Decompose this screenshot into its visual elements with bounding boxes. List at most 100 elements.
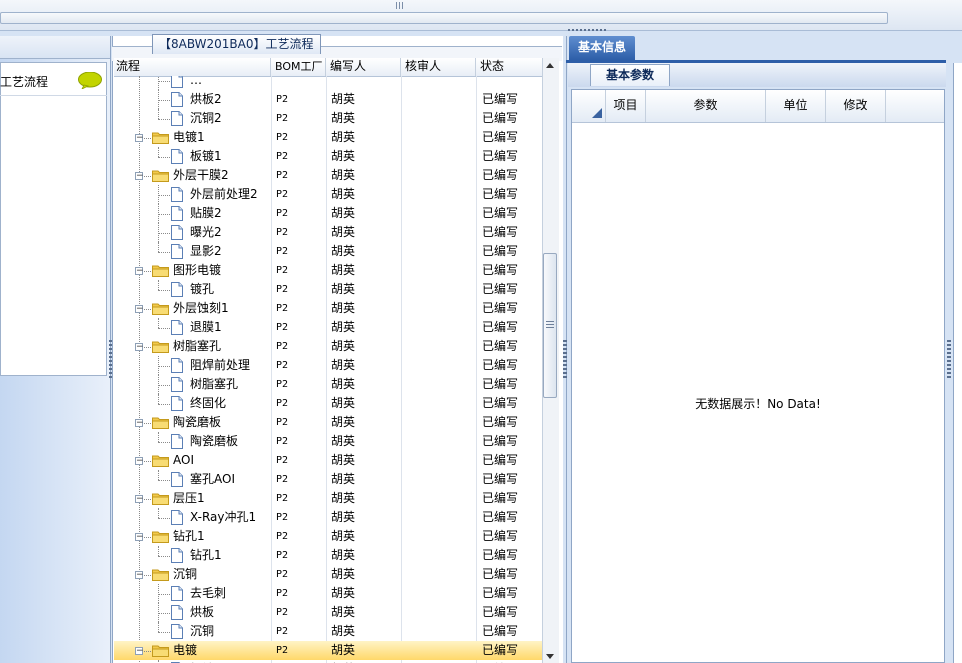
tree-folder-row[interactable]: − 钻孔1 P2 胡英 已编写 <box>114 527 542 546</box>
tree-leaf-row[interactable]: 阻焊前处理 P2 胡英 已编写 <box>114 356 542 375</box>
tree-leaf-row[interactable]: 烘板2 P2 胡英 已编写 <box>114 90 542 109</box>
scroll-up-icon[interactable] <box>546 63 554 68</box>
tree-leaf-row[interactable]: X-Ray冲孔1 P2 胡英 已编写 <box>114 508 542 527</box>
collapsed-side-panel[interactable] <box>953 63 962 663</box>
reviewer-cell <box>406 318 474 337</box>
collapse-toggle-icon[interactable]: − <box>135 495 144 504</box>
tab-basic-info[interactable]: 基本信息 <box>569 36 635 60</box>
middle-splitter-grip[interactable] <box>563 340 567 380</box>
horizontal-scrollbar[interactable] <box>0 12 888 24</box>
tree-leaf-row[interactable]: 贴膜2 P2 胡英 已编写 <box>114 204 542 223</box>
tree-folder-row[interactable]: − AOI P2 胡英 已编写 <box>114 451 542 470</box>
document-icon <box>171 548 183 563</box>
collapse-toggle-icon[interactable]: − <box>135 305 144 314</box>
tree-leaf-row[interactable]: 外层前处理2 P2 胡英 已编写 <box>114 185 542 204</box>
right-splitter-grip[interactable] <box>947 340 951 380</box>
tree-leaf-row[interactable]: 沉铜2 P2 胡英 已编写 <box>114 109 542 128</box>
bom-cell: P2 <box>276 626 289 637</box>
tree-folder-row[interactable]: − 电镀 P2 胡英 已编写 <box>114 641 542 660</box>
collapse-toggle-icon[interactable]: − <box>135 172 144 181</box>
tree-leaf-row[interactable]: 镀孔 P2 胡英 已编写 <box>114 280 542 299</box>
tree-connector <box>158 318 159 328</box>
column-header-reviewer[interactable]: 核审人 <box>401 58 476 76</box>
tree-leaf-row[interactable]: 沉铜 P2 胡英 已编写 <box>114 622 542 641</box>
tree-folder-row[interactable]: − 外层干膜2 P2 胡英 已编写 <box>114 166 542 185</box>
bom-cell: P2 <box>276 360 289 371</box>
bom-cell: P2 <box>276 265 289 276</box>
tree-leaf-row[interactable]: 塞孔AOI P2 胡英 已编写 <box>114 470 542 489</box>
splitter-handle[interactable] <box>566 29 616 35</box>
tree-leaf-row[interactable]: 烘板 P2 胡英 已编写 <box>114 603 542 622</box>
column-header-parameter[interactable]: 参数 <box>646 90 766 122</box>
writer-cell: 胡英 <box>331 510 356 524</box>
status-cell: 已编写 <box>482 643 519 657</box>
tree-connector <box>158 290 170 291</box>
scroll-grip-icon <box>546 321 554 329</box>
tree-leaf-row[interactable]: 去毛刺 P2 胡英 已编写 <box>114 584 542 603</box>
tree-node-label: 贴膜2 <box>190 206 222 220</box>
tree-connector <box>158 328 170 329</box>
tree-connector <box>158 280 159 290</box>
column-header-writer[interactable]: 编写人 <box>326 58 401 76</box>
collapse-toggle-icon[interactable]: − <box>135 343 144 352</box>
status-cell: 已编写 <box>482 377 519 391</box>
column-header-modify[interactable]: 修改 <box>826 90 886 122</box>
collapse-toggle-icon[interactable]: − <box>135 533 144 542</box>
scroll-down-icon[interactable] <box>546 654 554 659</box>
tree-folder-row[interactable]: − 树脂塞孔 P2 胡英 已编写 <box>114 337 542 356</box>
tab-basic-params[interactable]: 基本参数 <box>590 64 670 86</box>
column-header-flow[interactable]: 流程 <box>114 58 271 76</box>
tree-leaf-row[interactable]: 显影2 P2 胡英 已编写 <box>114 242 542 261</box>
tree-leaf-row[interactable]: 曝光2 P2 胡英 已编写 <box>114 223 542 242</box>
tree-node-label: … <box>190 76 202 87</box>
tab-process-flow[interactable]: 【8ABW201BA0】工艺流程 <box>152 34 321 54</box>
writer-cell: 胡英 <box>331 586 356 600</box>
reviewer-cell <box>406 128 474 147</box>
tree-leaf-row[interactable]: 终固化 P2 胡英 已编写 <box>114 394 542 413</box>
writer-cell: 胡英 <box>331 244 356 258</box>
tree-folder-row[interactable]: − 沉铜 P2 胡英 已编写 <box>114 565 542 584</box>
writer-cell: 胡英 <box>331 377 356 391</box>
collapse-toggle-icon[interactable]: − <box>135 571 144 580</box>
tree-folder-row[interactable]: − 层压1 P2 胡英 已编写 <box>114 489 542 508</box>
collapse-toggle-icon[interactable]: − <box>135 647 144 656</box>
tree-leaf-row[interactable]: 钻孔1 P2 胡英 已编写 <box>114 546 542 565</box>
writer-cell: 胡英 <box>331 320 356 334</box>
tree-leaf-row[interactable]: 退膜1 P2 胡英 已编写 <box>114 318 542 337</box>
document-icon <box>171 434 183 449</box>
writer-cell: 胡英 <box>331 130 356 144</box>
tree-leaf-row[interactable]: 板镀1 P2 胡英 已编写 <box>114 147 542 166</box>
collapse-toggle-icon[interactable]: − <box>135 457 144 466</box>
writer-cell: 胡英 <box>331 111 356 125</box>
column-header-bom[interactable]: BOM工厂 <box>271 58 326 76</box>
tree-grid-header: 流程 BOM工厂 编写人 核审人 状态 <box>114 58 542 77</box>
tree-node-label: 陶瓷磨板 <box>190 434 239 448</box>
process-tree-rows: … 烘板2 P2 胡英 已编写 沉铜2 P2 胡英 已编写 − 电镀1 P2 胡英 已编写 板镀1 P2 胡英已… <box>114 76 542 663</box>
tree-connector <box>158 147 159 157</box>
status-cell: 已编写 <box>482 301 519 315</box>
column-header-status[interactable]: 状态 <box>476 58 542 76</box>
tree-folder-row[interactable]: − 电镀1 P2 胡英 已编写 <box>114 128 542 147</box>
tree-folder-row[interactable]: − 图形电镀 P2 胡英 已编写 <box>114 261 542 280</box>
tree-node-label: 图形电镀 <box>173 263 222 277</box>
tree-folder-row[interactable]: − 外层蚀刻1 P2 胡英 已编写 <box>114 299 542 318</box>
tree-connector <box>158 480 170 481</box>
status-cell: 已编写 <box>482 358 519 372</box>
collapse-toggle-icon[interactable]: − <box>135 419 144 428</box>
tree-connector <box>158 109 159 119</box>
tree-leaf-row[interactable]: 树脂塞孔 P2 胡英 已编写 <box>114 375 542 394</box>
tree-leaf-row[interactable]: 陶瓷磨板 P2 胡英 已编写 <box>114 432 542 451</box>
column-header-unit[interactable]: 单位 <box>766 90 826 122</box>
writer-cell: 胡英 <box>331 225 356 239</box>
writer-cell: 胡英 <box>331 624 356 638</box>
bom-cell: P2 <box>276 170 289 181</box>
column-header-item[interactable]: 项目 <box>606 90 646 122</box>
collapse-toggle-icon[interactable]: − <box>135 134 144 143</box>
status-cell: 已编写 <box>482 320 519 334</box>
tree-connector <box>158 470 159 480</box>
tree-folder-row[interactable]: − 陶瓷磨板 P2 胡英 已编写 <box>114 413 542 432</box>
collapse-toggle-icon[interactable]: − <box>135 267 144 276</box>
status-cell: 已编写 <box>482 491 519 505</box>
reviewer-cell <box>406 185 474 204</box>
tree-leaf-row[interactable]: … <box>114 76 542 90</box>
